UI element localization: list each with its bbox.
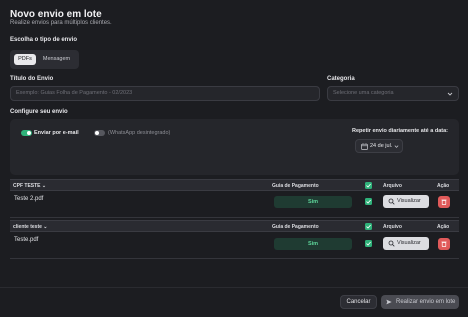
client-name-header[interactable]: CPF TESTE ⌄ — [13, 183, 46, 189]
guia-status-badge: Sim — [274, 238, 352, 250]
check-icon — [366, 183, 371, 188]
file-column-header: Arquivo — [383, 224, 402, 230]
chevron-down-icon — [447, 92, 453, 96]
table-row: Teste 2.pdf Sim Visualizar — [10, 191, 459, 218]
delete-row-button[interactable] — [438, 238, 450, 250]
category-select[interactable]: Selecione uma categoria — [327, 86, 459, 101]
footer-divider — [0, 287, 468, 288]
view-file-label: Visualizar — [397, 240, 421, 246]
category-select-value: Selecione uma categoria — [333, 90, 394, 96]
repeat-date-value: 24 de jul. — [370, 143, 393, 149]
check-icon — [366, 224, 371, 229]
client-name-text: CPF TESTE — [13, 183, 41, 189]
modal-title: Novo envio em lote — [10, 9, 102, 20]
submit-batch-label: Realizar envio em lote — [396, 299, 456, 305]
sort-chevron-icon: ⌄ — [43, 224, 48, 230]
action-column-header: Ação — [437, 224, 450, 230]
file-name: Teste.pdf — [14, 237, 39, 243]
toggle-knob — [95, 131, 99, 135]
repeat-date-picker[interactable]: 24 de jul. — [355, 139, 403, 153]
file-column-header: Arquivo — [383, 183, 402, 189]
email-toggle-label: Enviar por e-mail — [34, 130, 79, 136]
calendar-icon — [361, 143, 368, 150]
table-header: cliente teste ⌄ Guia de Pagamento Arquiv… — [10, 220, 459, 232]
action-column-header: Ação — [437, 183, 450, 189]
send-type-segmented-control: PDFs Mensagem — [10, 50, 79, 69]
row-checkbox[interactable] — [365, 198, 372, 205]
whatsapp-toggle-label: (WhatsApp desintegrado) — [108, 130, 171, 136]
toggle-knob — [27, 131, 31, 135]
send-type-pdfs-button[interactable]: PDFs — [14, 54, 36, 65]
repeat-label: Repetir envio diariamente até a data: — [352, 128, 448, 134]
magnifier-icon — [388, 240, 395, 247]
batch-send-modal: Novo envio em lote Realize envios para m… — [0, 0, 468, 317]
cancel-button[interactable]: Cancelar — [340, 295, 377, 309]
table-row: Teste.pdf Sim Visualizar — [10, 232, 459, 259]
submit-batch-button[interactable]: Realizar envio em lote — [381, 295, 459, 309]
guia-status-badge: Sim — [274, 196, 352, 208]
trash-icon — [441, 199, 447, 205]
view-file-button[interactable]: Visualizar — [383, 195, 429, 208]
client-name-header[interactable]: cliente teste ⌄ — [13, 224, 48, 230]
whatsapp-toggle[interactable] — [94, 130, 105, 136]
send-type-message-button[interactable]: Mensagem — [38, 54, 75, 65]
title-input[interactable]: Exemplo: Guias Folha de Pagamento - 02/2… — [10, 86, 320, 101]
table-header: CPF TESTE ⌄ Guia de Pagamento Arquivo Aç… — [10, 179, 459, 191]
title-field-label: Título do Envio — [10, 76, 54, 82]
view-file-label: Visualizar — [397, 198, 421, 204]
send-icon — [386, 299, 392, 305]
check-icon — [366, 241, 371, 246]
check-icon — [366, 199, 371, 204]
row-checkbox[interactable] — [365, 240, 372, 247]
magnifier-icon — [388, 198, 395, 205]
sort-chevron-icon: ⌄ — [41, 183, 47, 189]
guia-column-header: Guia de Pagamento — [272, 224, 319, 230]
trash-icon — [441, 241, 447, 247]
chevron-down-icon — [394, 145, 399, 148]
email-toggle[interactable] — [21, 130, 32, 136]
select-all-checkbox[interactable] — [365, 223, 372, 230]
view-file-button[interactable]: Visualizar — [383, 237, 429, 250]
send-type-label: Escolha o tipo de envio — [10, 37, 78, 43]
delete-row-button[interactable] — [438, 196, 450, 208]
file-name: Teste 2.pdf — [14, 196, 44, 202]
guia-column-header: Guia de Pagamento — [272, 183, 319, 189]
select-all-checkbox[interactable] — [365, 182, 372, 189]
modal-subtitle: Realize envios para múltiplos clientes. — [10, 20, 112, 26]
client-name-text: cliente teste — [13, 224, 42, 230]
category-field-label: Categoria — [327, 76, 355, 82]
configure-label: Configure seu envio — [10, 109, 68, 115]
